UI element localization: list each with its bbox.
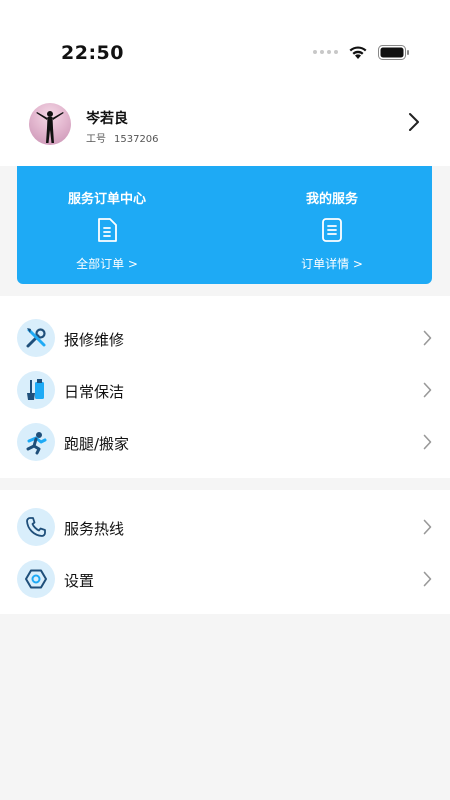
my-service[interactable]: 我的服务 订单详情 >	[242, 166, 422, 272]
chevron-right-icon	[423, 330, 432, 346]
all-orders-link[interactable]: 全部订单 >	[17, 255, 197, 272]
profile-header[interactable]: 岑若良 工号 1537206	[0, 100, 450, 166]
settings-menu: 服务热线 设置	[0, 490, 450, 614]
chevron-right-icon	[423, 382, 432, 398]
chevron-right-icon	[423, 571, 432, 587]
menu-item-hotline[interactable]: 服务热线	[0, 501, 450, 553]
menu-item-errand[interactable]: 跑腿/搬家	[0, 416, 450, 468]
user-id: 工号 1537206	[86, 130, 159, 145]
menu-label: 日常保洁	[64, 383, 125, 401]
menu-item-cleaning[interactable]: 日常保洁	[0, 364, 450, 416]
settings-icon	[17, 560, 55, 598]
chevron-right-icon	[423, 519, 432, 535]
menu-item-settings[interactable]: 设置	[0, 553, 450, 605]
menu-item-repair[interactable]: 报修维修	[0, 312, 450, 364]
service-menu: 报修维修 日常保洁 跑腿/搬家	[0, 296, 450, 478]
battery-icon	[378, 44, 409, 60]
avatar-silhouette-icon	[36, 111, 64, 143]
order-center[interactable]: 服务订单中心 全部订单 >	[17, 166, 197, 272]
avatar	[29, 103, 71, 145]
tools-icon	[17, 319, 55, 357]
phone-icon	[17, 508, 55, 546]
list-icon	[322, 218, 342, 242]
user-id-value: 1537206	[114, 134, 159, 145]
runner-icon	[17, 423, 55, 461]
service-card: 服务订单中心 全部订单 > 我的服务 订单详情 >	[17, 166, 432, 284]
menu-label: 跑腿/搬家	[64, 435, 130, 453]
menu-label: 服务热线	[64, 520, 125, 538]
cleaning-icon	[17, 371, 55, 409]
chevron-right-icon[interactable]	[408, 112, 420, 132]
status-icons	[313, 44, 410, 60]
document-icon	[98, 218, 117, 242]
order-center-title: 服务订单中心	[67, 192, 146, 207]
menu-label: 设置	[64, 572, 95, 590]
menu-label: 报修维修	[64, 331, 125, 349]
my-service-title: 我的服务	[305, 192, 358, 207]
status-bar: 22:50	[0, 0, 450, 100]
signal-dots-icon	[313, 50, 338, 54]
order-details-link[interactable]: 订单详情 >	[242, 255, 422, 272]
user-name: 岑若良	[86, 111, 128, 127]
status-time: 22:50	[61, 42, 124, 64]
user-id-label: 工号	[86, 134, 106, 145]
chevron-right-icon	[423, 434, 432, 450]
wifi-icon	[349, 46, 367, 59]
